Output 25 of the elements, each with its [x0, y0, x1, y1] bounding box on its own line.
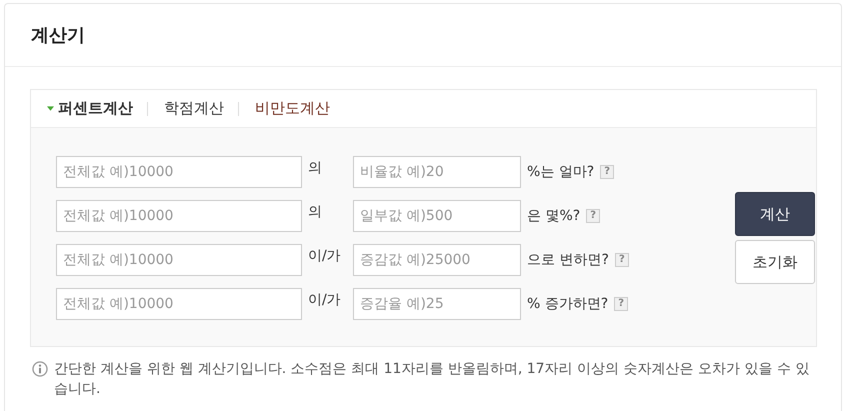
input-field[interactable]: 증감율 예)25	[353, 288, 521, 320]
input-field[interactable]: 전체값 예)10000	[56, 288, 302, 320]
input-field[interactable]: 전체값 예)10000	[56, 200, 302, 232]
question-label: %는 얼마?	[527, 163, 594, 181]
note-text: 간단한 계산을 위한 웹 계산기입니다. 소수점은 최대 11자리를 반올림하며, 17자리 이상의 숫자계산은 오차가 있을 수 있습니다.	[54, 360, 810, 399]
input-field[interactable]: 일부값 예)500	[353, 200, 521, 232]
question-label: 은 몇%?	[527, 207, 580, 225]
input-field[interactable]: 증감값 예)25000	[353, 244, 521, 276]
input-field[interactable]: 비율값 예)20	[353, 156, 521, 188]
tab[interactable]: 학점계산	[164, 99, 238, 118]
connector-label: 이/가	[307, 247, 342, 265]
question-label: 으로 변하면?	[527, 251, 609, 269]
input-field[interactable]: 전체값 예)10000	[56, 156, 302, 188]
connector-label: 의	[307, 159, 323, 177]
connector-label: 이/가	[307, 291, 342, 309]
triangle-icon	[47, 106, 54, 112]
info-icon	[32, 361, 48, 377]
tab[interactable]: 퍼센트계산	[47, 99, 147, 118]
card-title: 계산기	[31, 24, 85, 47]
tab[interactable]: 비만도계산	[255, 99, 344, 118]
question-label: % 증가하면?	[527, 295, 608, 313]
connector-label: 의	[307, 203, 323, 221]
calculate-button[interactable]: 계산	[735, 192, 815, 236]
input-field[interactable]: 전체값 예)10000	[56, 244, 302, 276]
reset-button[interactable]: 초기화	[735, 240, 815, 284]
